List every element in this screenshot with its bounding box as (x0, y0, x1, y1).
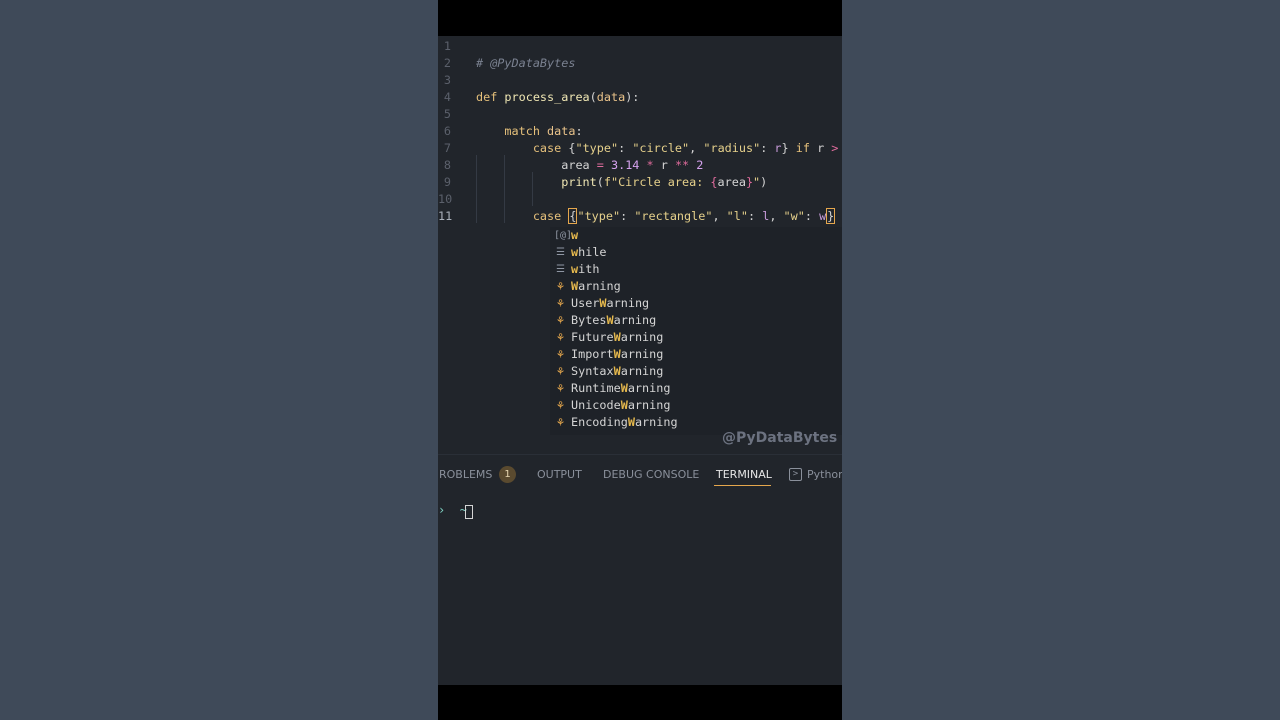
class-icon: ⚘ (556, 347, 565, 361)
line-number: 5 (443, 107, 451, 121)
line-number: 2 (443, 56, 451, 70)
code-line: 3 (438, 72, 842, 89)
tab-terminal[interactable]: TERMINAL (716, 468, 772, 481)
variable-icon: [@] (554, 230, 573, 241)
prompt-arrow-icon: › (438, 503, 453, 517)
line-number: 10 (438, 192, 453, 206)
tab-debug-console[interactable]: DEBUG CONSOLE (603, 468, 699, 481)
code-line: 6 match data: (438, 123, 842, 140)
code-editor[interactable]: 1 2 # @PyDataBytes 3 4 def process_area(da… (438, 36, 842, 454)
tab-output[interactable]: OUTPUT (537, 468, 582, 481)
code-line: 5 (438, 106, 842, 123)
line-number: 8 (443, 158, 451, 172)
keyword-icon: ☰ (556, 247, 565, 258)
text-cursor: } (826, 208, 836, 224)
keyword: if (795, 141, 810, 155)
string-literal: f"Circle area: (603, 175, 711, 189)
class-icon: ⚘ (556, 313, 565, 327)
class-icon: ⚘ (556, 330, 565, 344)
class-icon: ⚘ (556, 364, 565, 378)
code-line: 1 (438, 38, 842, 55)
code-line: 4 def process_area(data): (438, 89, 842, 106)
suggestion-item[interactable]: ☰ while (550, 244, 842, 261)
suggestion-item[interactable]: ⚘ FutureWarning (550, 329, 842, 346)
line-number: 7 (443, 141, 451, 155)
code-line: 9 print(f"Circle area: {area}") (438, 174, 842, 191)
active-tab-indicator (714, 485, 771, 486)
keyword-icon: ☰ (556, 264, 565, 275)
suggestion-item[interactable]: ⚘ RuntimeWarning (550, 380, 842, 397)
code-line: 10 (438, 191, 842, 208)
line-number: 11 (438, 209, 453, 223)
class-icon: ⚘ (556, 279, 565, 293)
suggestion-item[interactable]: ⚘ BytesWarning (550, 312, 842, 329)
tab-problems[interactable]: ROBLEMS (439, 468, 492, 481)
keyword: case (532, 141, 562, 155)
class-icon: ⚘ (556, 296, 565, 310)
code-line: 8 area = 3.14 * r ** 2 (438, 157, 842, 174)
string-literal: "type" (575, 141, 619, 155)
suggestion-item[interactable]: ⚘ SyntaxWarning (550, 363, 842, 380)
video-frame: 1 2 # @PyDataBytes 3 4 def process_area(da… (438, 0, 842, 720)
string-literal: "w" (783, 209, 805, 223)
string-literal: "circle" (632, 141, 690, 155)
suggestion-item[interactable]: ⚘ Warning (550, 278, 842, 295)
function-name: print (561, 175, 597, 189)
variable: area (561, 158, 590, 172)
bottom-panel: ROBLEMS 1 OUTPUT DEBUG CONSOLE TERMINAL … (438, 454, 842, 685)
suggestion-item[interactable]: ⚘ UserWarning (550, 295, 842, 312)
code-line: 2 # @PyDataBytes (438, 55, 842, 72)
function-name: process_area (504, 90, 590, 104)
tab-python-terminal[interactable]: Python (807, 468, 842, 481)
line-number: 6 (443, 124, 451, 138)
line-number: 1 (443, 39, 451, 53)
code-line: 7 case {"type": "circle", "radius": r} i… (438, 140, 842, 157)
comment-text: # @PyDataBytes (476, 56, 576, 70)
terminal-prompt[interactable]: › ~ (438, 503, 467, 517)
class-icon: ⚘ (556, 398, 565, 412)
line-number: 4 (443, 90, 451, 104)
suggestion-item[interactable]: ☰ with (550, 261, 842, 278)
problems-count-badge: 1 (499, 466, 516, 483)
keyword: case (532, 209, 562, 223)
variable: data (547, 124, 576, 138)
keyword: def (476, 90, 498, 104)
suggestion-item[interactable]: ⚘ UnicodeWarning (550, 397, 842, 414)
suggestion-item[interactable]: [@] w (550, 227, 842, 244)
watermark: @PyDataBytes (722, 430, 838, 446)
class-icon: ⚘ (556, 415, 565, 429)
number-literal: 3.14 (610, 158, 640, 172)
string-literal: "rectangle" (634, 209, 713, 223)
string-literal: "type" (577, 209, 621, 223)
variable: area (717, 175, 746, 189)
class-icon: ⚘ (556, 381, 565, 395)
parameter: data (596, 90, 626, 104)
suggestion-item[interactable]: ⚘ ImportWarning (550, 346, 842, 363)
line-number: 9 (443, 175, 451, 189)
keyword: match (504, 124, 540, 138)
string-literal: "radius" (703, 141, 761, 155)
suggestion-item[interactable]: ⚘ EncodingWarning (550, 414, 842, 431)
terminal-cursor (465, 505, 473, 519)
autocomplete-list[interactable]: [@] w ☰ while ☰ with ⚘ Warning ⚘ UserWarning … (550, 227, 842, 435)
string-literal: "l" (726, 209, 748, 223)
code-line-current: 11 case {"type": "rectangle", "l": l, "w… (438, 208, 836, 224)
number-literal: 2 (696, 158, 704, 172)
line-number: 3 (443, 73, 451, 87)
terminal-icon[interactable]: > (789, 468, 802, 481)
